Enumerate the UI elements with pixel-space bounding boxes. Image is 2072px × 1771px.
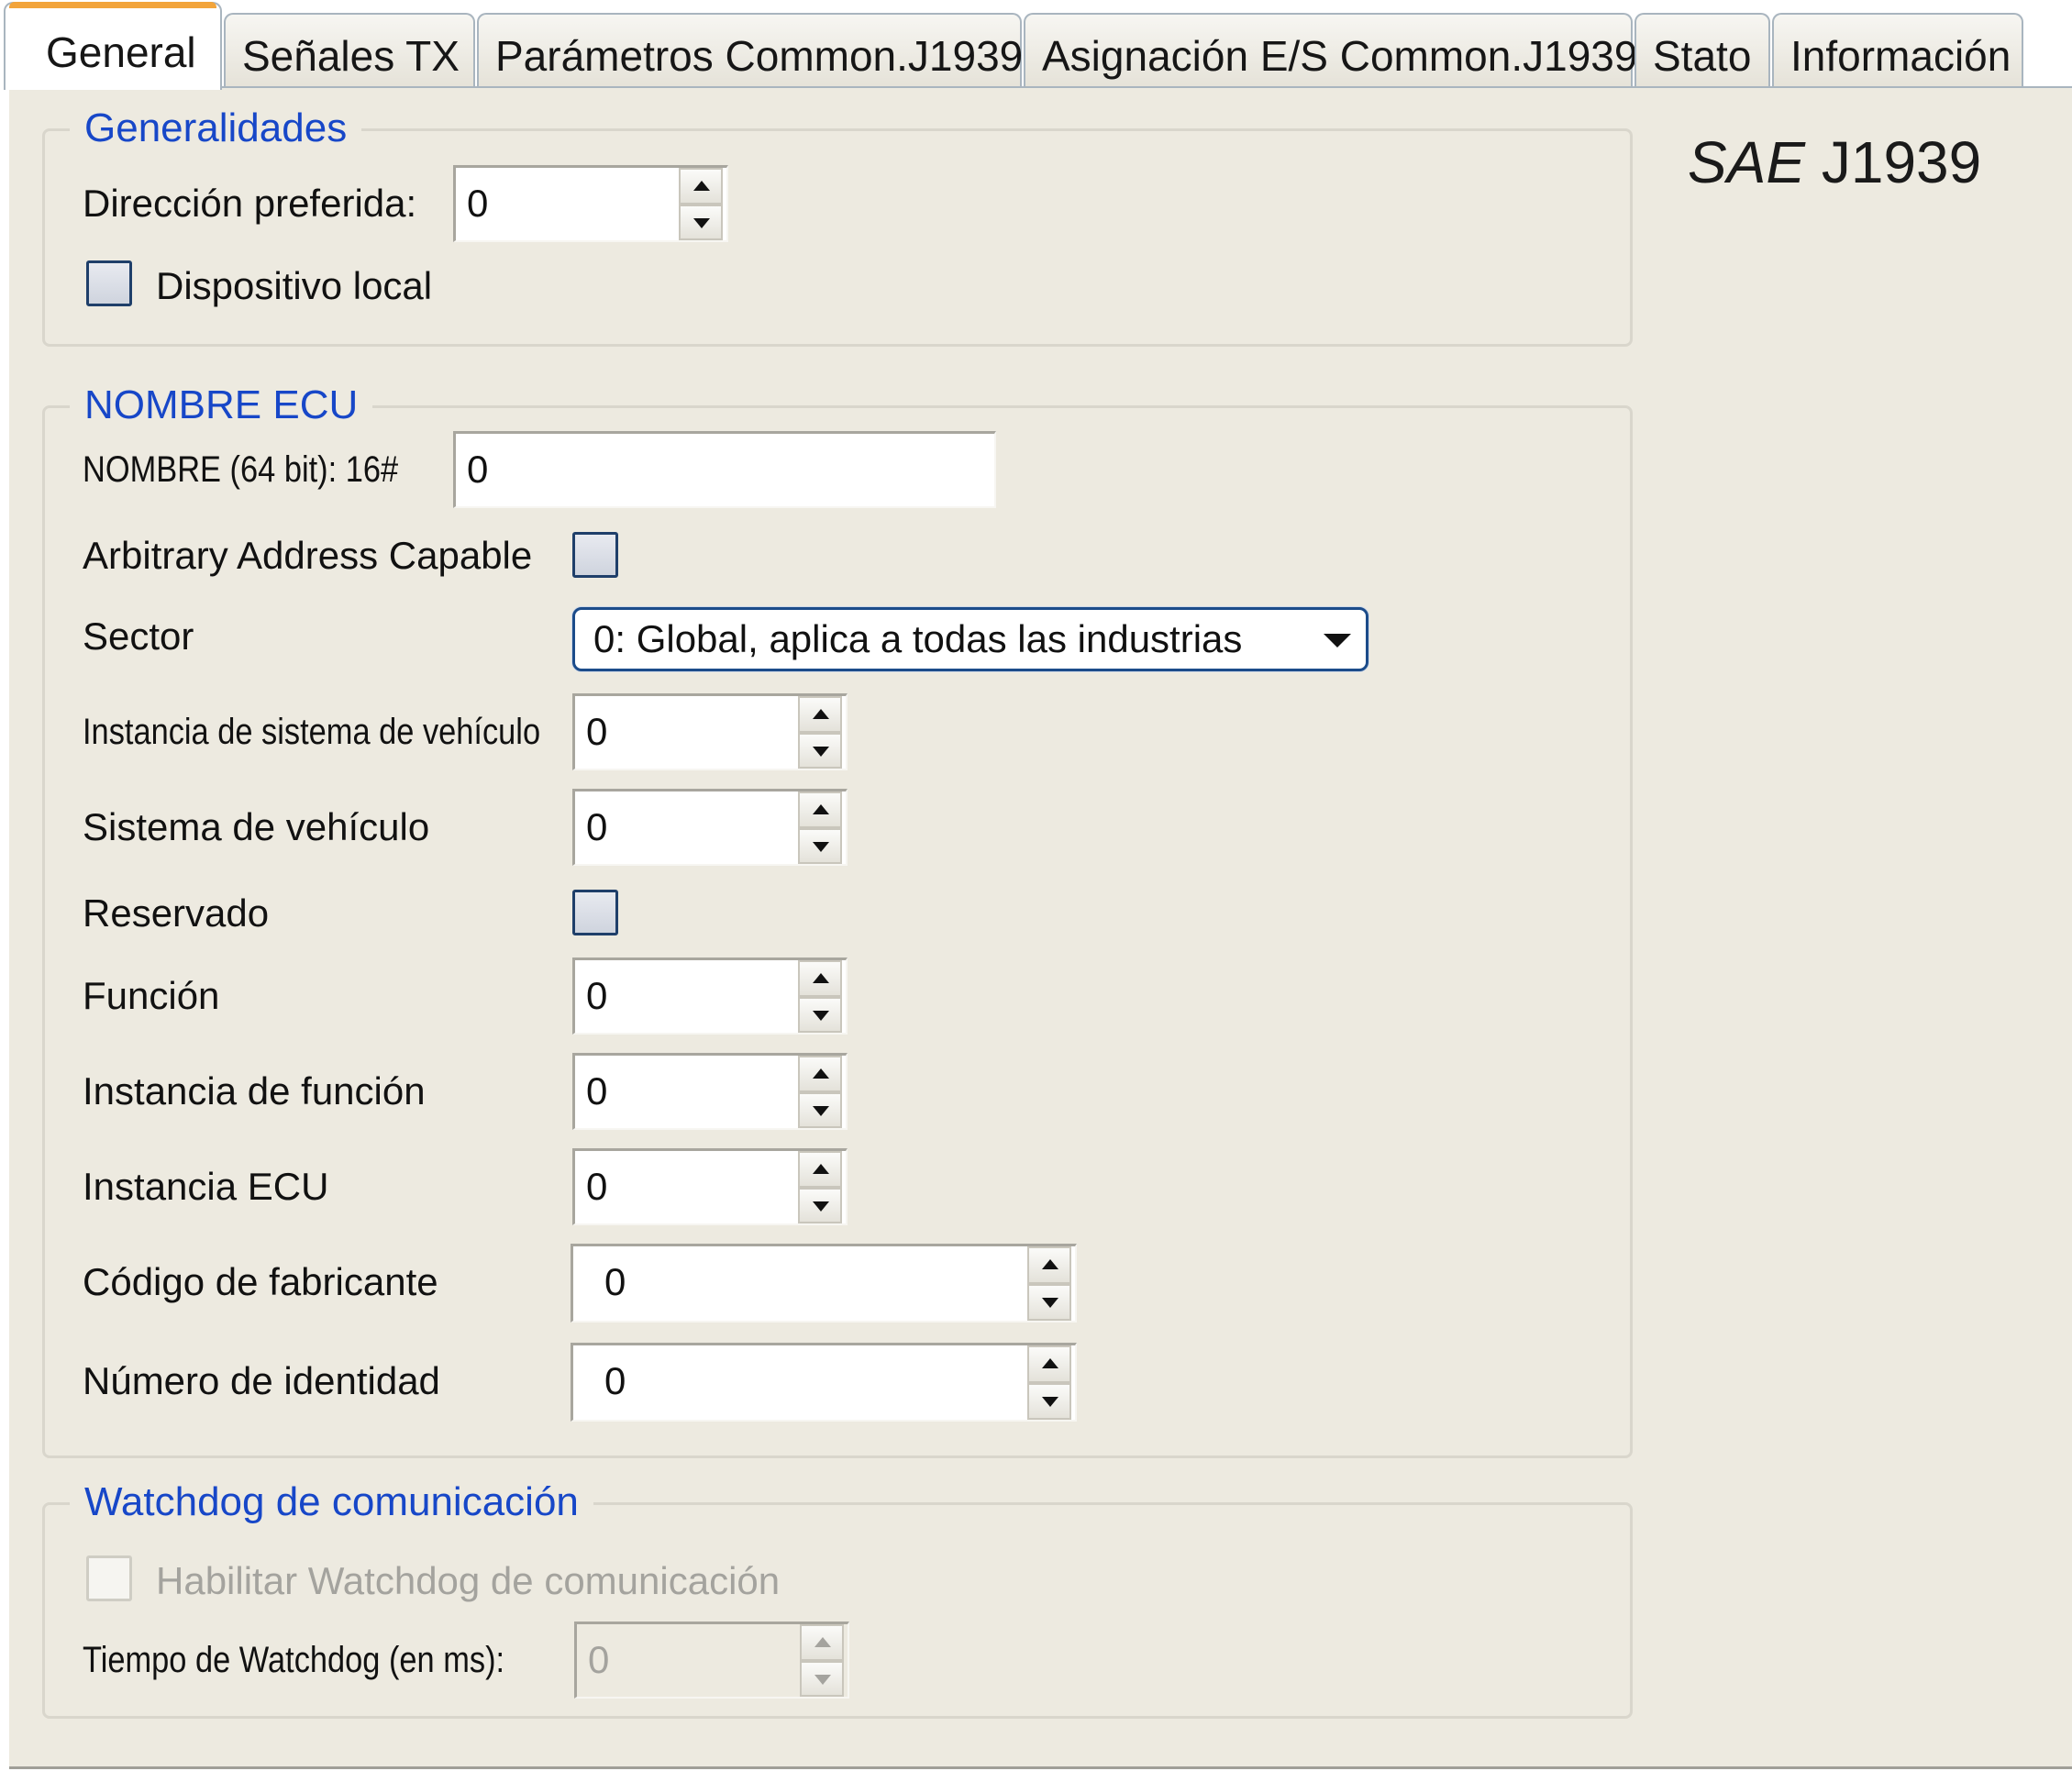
ecu-instance-value: 0 bbox=[586, 1165, 608, 1208]
function-value: 0 bbox=[586, 974, 608, 1017]
local-device-checkbox[interactable] bbox=[86, 260, 132, 306]
increment-button[interactable] bbox=[798, 791, 842, 828]
sector-label: Sector bbox=[83, 614, 194, 658]
identity-number-spin bbox=[1024, 1345, 1075, 1420]
increment-button[interactable] bbox=[1027, 1246, 1071, 1284]
arrow-up-icon bbox=[1042, 1358, 1058, 1368]
function-spin bbox=[794, 960, 846, 1033]
arbitrary-address-label: Arbitrary Address Capable bbox=[83, 534, 533, 577]
increment-button[interactable] bbox=[798, 696, 842, 733]
ecu-name-input[interactable]: 0 bbox=[453, 431, 996, 508]
sector-selected-value: 0: Global, aplica a todas las industrias bbox=[593, 617, 1243, 660]
watchdog-time-spin bbox=[796, 1624, 848, 1697]
arrow-down-icon bbox=[813, 1010, 829, 1021]
decrement-button[interactable] bbox=[798, 827, 842, 864]
identity-number-value: 0 bbox=[604, 1359, 626, 1402]
increment-button[interactable] bbox=[798, 1056, 842, 1092]
decrement-button[interactable] bbox=[1027, 1283, 1071, 1321]
watchdog-time-value: 0 bbox=[588, 1638, 610, 1681]
vehicle-instance-value: 0 bbox=[586, 710, 608, 753]
vehicle-instance-stepper[interactable]: 0 bbox=[572, 693, 848, 770]
arrow-up-icon bbox=[813, 1164, 829, 1174]
ecu-name-legend: NOMBRE ECU bbox=[70, 382, 373, 429]
manufacturer-code-stepper[interactable]: 0 bbox=[571, 1244, 1077, 1323]
arrow-up-icon bbox=[813, 1068, 829, 1079]
vehicle-instance-spin bbox=[794, 696, 846, 769]
vehicle-system-value: 0 bbox=[586, 805, 608, 848]
increment-button[interactable] bbox=[1027, 1345, 1071, 1383]
function-instance-spin bbox=[794, 1056, 846, 1128]
arrow-up-icon bbox=[1042, 1259, 1058, 1269]
ecu-instance-stepper[interactable]: 0 bbox=[572, 1148, 848, 1225]
manufacturer-code-label: Código de fabricante bbox=[83, 1260, 438, 1303]
vehicle-instance-label: Instancia de sistema de vehículo bbox=[83, 712, 541, 752]
preferred-address-spin bbox=[675, 168, 726, 240]
preferred-address-stepper[interactable]: 0 bbox=[453, 165, 728, 242]
function-label: Función bbox=[83, 974, 220, 1017]
generalidades-legend: Generalidades bbox=[70, 105, 362, 152]
vehicle-system-stepper[interactable]: 0 bbox=[572, 789, 848, 866]
decrement-button[interactable] bbox=[798, 996, 842, 1033]
reserved-label: Reservado bbox=[83, 891, 270, 935]
arbitrary-address-checkbox[interactable] bbox=[572, 532, 618, 578]
function-instance-value: 0 bbox=[586, 1069, 608, 1112]
watchdog-time-label: Tiempo de Watchdog (en ms): bbox=[83, 1640, 505, 1680]
enable-watchdog-label: Habilitar Watchdog de comunicación bbox=[156, 1559, 781, 1602]
arrow-down-icon bbox=[813, 1201, 829, 1212]
tab-stato[interactable]: Stato bbox=[1634, 13, 1770, 88]
tab-senales-tx[interactable]: Señales TX bbox=[224, 13, 475, 88]
function-instance-label: Instancia de función bbox=[83, 1069, 426, 1112]
sae-j1939-logo: SAE J1939 bbox=[1688, 129, 1982, 195]
decrement-button[interactable] bbox=[1027, 1382, 1071, 1420]
tab-asignacion-es-common-j1939[interactable]: Asignación E/S Common.J1939 bbox=[1024, 13, 1637, 88]
enable-watchdog-checkbox[interactable] bbox=[86, 1555, 132, 1601]
local-device-label: Dispositivo local bbox=[156, 264, 433, 307]
arrow-down-icon bbox=[693, 217, 710, 228]
vehicle-system-spin bbox=[794, 791, 846, 864]
preferred-address-label: Dirección preferida: bbox=[83, 182, 417, 225]
function-instance-stepper[interactable]: 0 bbox=[572, 1053, 848, 1130]
tab-parametros-common-j1939[interactable]: Parámetros Common.J1939 bbox=[477, 13, 1023, 88]
decrement-button[interactable] bbox=[798, 1187, 842, 1223]
reserved-checkbox[interactable] bbox=[572, 890, 618, 935]
function-stepper[interactable]: 0 bbox=[572, 957, 848, 1035]
sector-select[interactable]: 0: Global, aplica a todas las industrias bbox=[572, 607, 1368, 671]
decrement-button[interactable] bbox=[679, 204, 723, 240]
ecu-instance-spin bbox=[794, 1151, 846, 1223]
arrow-up-icon bbox=[814, 1637, 831, 1647]
generalidades-group bbox=[42, 128, 1633, 347]
vehicle-system-label: Sistema de vehículo bbox=[83, 805, 430, 848]
tab-informacion[interactable]: Información bbox=[1772, 13, 2023, 88]
arrow-up-icon bbox=[693, 181, 710, 191]
decrement-button[interactable] bbox=[800, 1660, 844, 1697]
arrow-up-icon bbox=[813, 804, 829, 814]
increment-button[interactable] bbox=[679, 168, 723, 205]
preferred-address-value: 0 bbox=[467, 182, 489, 225]
chevron-down-icon bbox=[1324, 634, 1351, 648]
ecu-name-label: NOMBRE (64 bit): 16# bbox=[83, 449, 399, 490]
tab-bar: General Señales TX Parámetros Common.J19… bbox=[0, 0, 2072, 90]
watchdog-legend: Watchdog de comunicación bbox=[70, 1478, 593, 1526]
arrow-up-icon bbox=[813, 709, 829, 719]
identity-number-label: Número de identidad bbox=[83, 1359, 440, 1402]
arrow-down-icon bbox=[1042, 1396, 1058, 1407]
arrow-down-icon bbox=[1042, 1297, 1058, 1308]
identity-number-stepper[interactable]: 0 bbox=[571, 1343, 1077, 1422]
increment-button[interactable] bbox=[798, 960, 842, 997]
arrow-down-icon bbox=[813, 841, 829, 852]
arrow-down-icon bbox=[813, 1105, 829, 1116]
tab-general[interactable]: General bbox=[4, 2, 222, 90]
arrow-down-icon bbox=[814, 1674, 831, 1685]
ecu-name-value: 0 bbox=[467, 448, 489, 491]
arrow-down-icon bbox=[813, 746, 829, 757]
manufacturer-code-value: 0 bbox=[604, 1260, 626, 1303]
increment-button[interactable] bbox=[800, 1624, 844, 1661]
decrement-button[interactable] bbox=[798, 732, 842, 769]
arrow-up-icon bbox=[813, 973, 829, 983]
ecu-instance-label: Instancia ECU bbox=[83, 1165, 329, 1208]
decrement-button[interactable] bbox=[798, 1091, 842, 1128]
manufacturer-code-spin bbox=[1024, 1246, 1075, 1321]
increment-button[interactable] bbox=[798, 1151, 842, 1188]
watchdog-time-stepper[interactable]: 0 bbox=[574, 1622, 849, 1699]
